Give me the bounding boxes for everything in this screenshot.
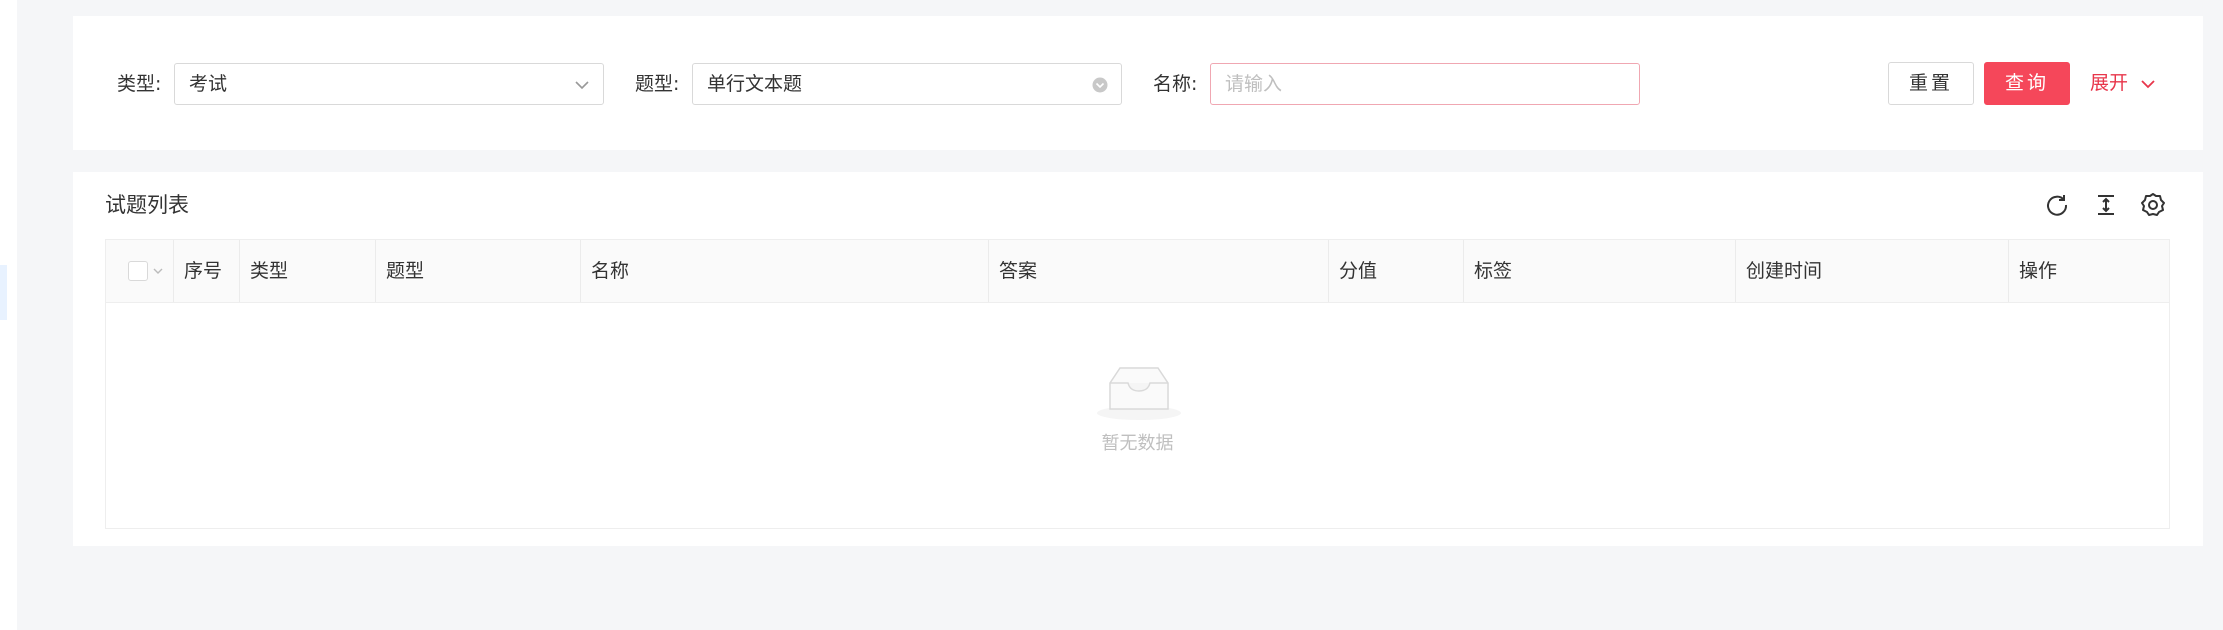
column-header-type: 类型 — [240, 240, 376, 302]
column-header-qtype: 题型 — [376, 240, 581, 302]
column-header-created-time: 创建时间 — [1736, 240, 2009, 302]
type-select[interactable]: 考试 — [174, 63, 604, 105]
column-header-index: 序号 — [174, 240, 240, 302]
column-header-score: 分值 — [1329, 240, 1464, 302]
question-table: 序号 类型 题型 名称 答案 分值 标签 创建时间 操作 暂无数据 — [105, 239, 2170, 529]
qtype-select-value: 单行文本题 — [707, 73, 803, 95]
chevron-down-icon — [2141, 79, 2155, 88]
left-sidebar-edge — [0, 0, 17, 630]
search-panel: 类型: 考试 题型: 单行文本题 名称: 重置 查询 展开 — [73, 16, 2203, 150]
column-header-tags: 标签 — [1464, 240, 1736, 302]
empty-inbox-icon — [1097, 367, 1181, 420]
empty-state-text: 暂无数据 — [1101, 433, 1174, 454]
clear-icon[interactable] — [1091, 76, 1109, 94]
query-button[interactable]: 查询 — [1984, 62, 2070, 105]
sidebar-active-marker — [0, 265, 7, 320]
type-select-value: 考试 — [189, 73, 228, 95]
table-header: 序号 类型 题型 名称 答案 分值 标签 创建时间 操作 — [106, 240, 2169, 303]
gear-icon[interactable] — [2140, 192, 2166, 218]
column-header-answer: 答案 — [989, 240, 1329, 302]
expand-toggle[interactable]: 展开 — [2090, 62, 2156, 105]
column-height-icon[interactable] — [2093, 192, 2119, 218]
select-all-checkbox[interactable] — [128, 261, 148, 281]
select-all-cell — [106, 240, 174, 302]
expand-label: 展开 — [2090, 72, 2129, 94]
refresh-icon[interactable] — [2044, 192, 2070, 218]
reset-button[interactable]: 重置 — [1888, 62, 1974, 105]
type-label: 类型: — [117, 73, 162, 95]
chevron-down-icon[interactable] — [152, 265, 164, 277]
column-header-actions: 操作 — [2019, 260, 2058, 282]
qtype-select[interactable]: 单行文本题 — [692, 63, 1122, 105]
name-label: 名称: — [1153, 73, 1198, 95]
chevron-down-icon — [575, 81, 589, 90]
qtype-label: 题型: — [635, 73, 680, 95]
name-input[interactable] — [1210, 63, 1640, 105]
column-header-name: 名称 — [581, 240, 989, 302]
empty-state: 暂无数据 — [106, 303, 2169, 528]
list-title: 试题列表 — [105, 193, 189, 217]
question-list-panel: 试题列表 序号 类型 题型 名称 答案 分值 标签 创建时间 操作 暂无数据 — [73, 172, 2203, 546]
